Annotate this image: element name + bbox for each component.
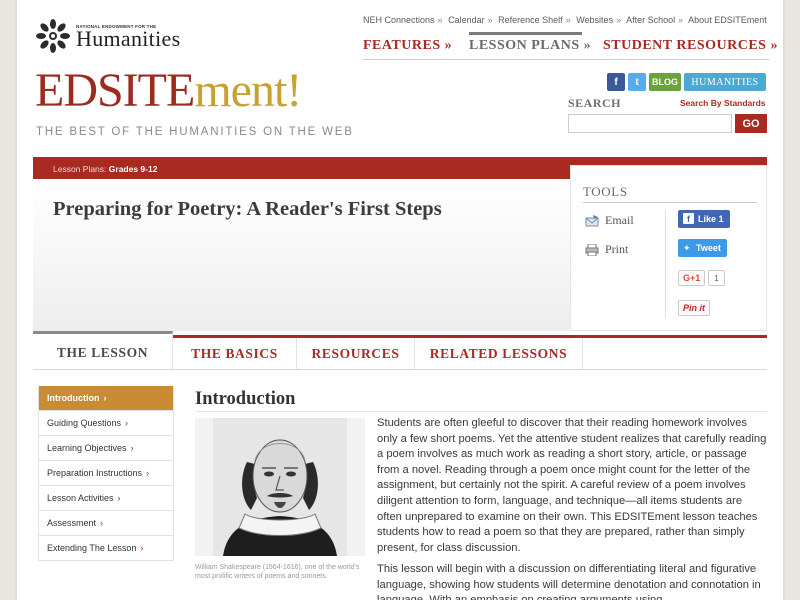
tweet-label: Tweet: [696, 243, 721, 253]
neh-big-text: Humanities: [76, 25, 181, 51]
page: NATIONAL ENDOWMENT FOR THE Humanities NE…: [17, 0, 783, 600]
email-link[interactable]: Email: [585, 213, 634, 228]
sidebar-item-label: Preparation Instructions: [47, 468, 143, 478]
pinterest-pin-button[interactable]: Pin it: [678, 300, 710, 316]
separator: »: [487, 15, 493, 25]
twitter-icon[interactable]: t: [628, 73, 646, 91]
tab-related-lessons[interactable]: RELATED LESSONS: [415, 338, 583, 370]
image-caption: William Shakespeare (1564-1616), one of …: [195, 564, 360, 580]
sidebar-item-preparation-instructions[interactable]: Preparation Instructions ›: [38, 461, 174, 486]
link-about-edsitement[interactable]: About EDSITEment: [688, 15, 767, 25]
sidebar-item-assessment[interactable]: Assessment ›: [38, 511, 174, 536]
logo-part-edsite: EDSITE: [35, 64, 195, 117]
search-go-button[interactable]: GO: [735, 114, 767, 133]
facebook-icon[interactable]: f: [607, 73, 625, 91]
neh-logo[interactable]: NATIONAL ENDOWMENT FOR THE Humanities: [35, 18, 180, 54]
tools-divider: [583, 202, 757, 203]
lesson-tabs: THE LESSON THE BASICS RESOURCES RELATED …: [33, 331, 767, 371]
link-calendar[interactable]: Calendar: [448, 15, 485, 25]
breadcrumb-prefix[interactable]: Lesson Plans:: [53, 164, 106, 174]
tagline: THE BEST OF THE HUMANITIES ON THE WEB: [36, 126, 354, 138]
google-plus-widget: G+1 1: [678, 270, 725, 286]
nav-features[interactable]: FEATURES »: [363, 38, 452, 54]
sidebar-item-extending-the-lesson[interactable]: Extending The Lesson ›: [38, 536, 174, 561]
link-websites[interactable]: Websites: [576, 15, 613, 25]
lesson-sidebar: Introduction › Guiding Questions › Learnin…: [38, 386, 174, 561]
separator: »: [437, 15, 443, 25]
active-nav-indicator: [469, 32, 582, 35]
sidebar-item-label: Guiding Questions: [47, 418, 122, 428]
facebook-like-button[interactable]: f Like 1: [678, 210, 730, 228]
print-label: Print: [605, 242, 629, 256]
sidebar-item-label: Lesson Activities: [47, 493, 114, 503]
tools-panel: TOOLS Email Print f Like 1 ✦ Tweet G+1 1 P…: [570, 165, 767, 331]
chevron-right-icon: ›: [103, 393, 107, 403]
social-links: f t BLOG HUMANITIES: [607, 73, 766, 91]
humanities-button[interactable]: HUMANITIES: [684, 73, 766, 91]
chevron-right-icon: ›: [100, 518, 104, 528]
sidebar-item-learning-objectives[interactable]: Learning Objectives ›: [38, 436, 174, 461]
section-title: Introduction: [195, 389, 296, 409]
chevron-right-icon: ›: [125, 418, 129, 428]
twitter-bird-icon: ✦: [683, 243, 691, 253]
printer-icon: [585, 243, 599, 256]
nav-divider: [363, 59, 769, 60]
like-label: Like 1: [698, 214, 724, 224]
nav-student-resources[interactable]: STUDENT RESOURCES »: [603, 38, 778, 54]
chevron-right-icon: ›: [140, 543, 144, 553]
page-title: Preparing for Poetry: A Reader's First S…: [53, 198, 442, 220]
edsitement-logo[interactable]: EDSITEment!: [35, 64, 302, 117]
facebook-icon: f: [683, 213, 694, 224]
tabs-bottom-rule: [33, 369, 767, 370]
tab-the-lesson[interactable]: THE LESSON: [33, 331, 173, 371]
utility-nav: NEH Connections» Calendar» Reference She…: [363, 15, 767, 25]
tab-the-basics[interactable]: THE BASICS: [173, 338, 297, 370]
chevron-right-icon: ›: [130, 443, 134, 453]
tools-column-divider: [665, 210, 666, 318]
print-link[interactable]: Print: [585, 242, 628, 257]
nav-lesson-plans[interactable]: LESSON PLANS »: [469, 38, 591, 54]
sidebar-item-guiding-questions[interactable]: Guiding Questions ›: [38, 411, 174, 436]
search-label: SEARCH: [568, 96, 622, 110]
sidebar-item-label: Extending The Lesson: [47, 543, 137, 553]
link-reference-shelf[interactable]: Reference Shelf: [498, 15, 563, 25]
sidebar-item-introduction[interactable]: Introduction ›: [38, 386, 174, 411]
link-neh-connections[interactable]: NEH Connections: [363, 15, 435, 25]
chevron-right-icon: ›: [146, 468, 150, 478]
email-label: Email: [605, 213, 634, 227]
separator: »: [616, 15, 622, 25]
separator: »: [678, 15, 684, 25]
intro-paragraph-1: Students are often gleeful to discover t…: [377, 417, 767, 554]
breadcrumb-grades[interactable]: Grades 9-12: [109, 164, 158, 174]
google-plus-button[interactable]: G+1: [678, 270, 706, 286]
separator: »: [565, 15, 571, 25]
chevron-right-icon: ›: [117, 493, 121, 503]
intro-paragraph-2: This lesson will begin with a discussion…: [377, 563, 761, 600]
sidebar-item-label: Learning Objectives: [47, 443, 127, 453]
neh-wordmark: NATIONAL ENDOWMENT FOR THE Humanities: [76, 24, 181, 51]
link-after-school[interactable]: After School: [626, 15, 675, 25]
section-divider: [195, 411, 767, 412]
breadcrumb: Lesson Plans: Grades 9-12: [53, 164, 157, 174]
google-plus-count: 1: [708, 270, 725, 286]
tools-title: TOOLS: [583, 184, 628, 199]
sidebar-item-label: Assessment: [47, 518, 97, 528]
neh-emblem-icon: [36, 19, 70, 53]
tweet-button[interactable]: ✦ Tweet: [678, 239, 727, 257]
sidebar-item-lesson-activities[interactable]: Lesson Activities ›: [38, 486, 174, 511]
search-by-standards-link[interactable]: Search By Standards: [680, 98, 766, 108]
blog-button[interactable]: BLOG: [649, 73, 681, 91]
email-icon: [585, 214, 599, 226]
tab-resources[interactable]: RESOURCES: [297, 338, 415, 370]
shakespeare-portrait-image: [195, 418, 365, 556]
main-nav: FEATURES » LESSON PLANS » STUDENT RESOUR…: [363, 32, 777, 60]
search-input[interactable]: [568, 114, 732, 133]
logo-part-ment: ment!: [194, 64, 302, 117]
sidebar-item-label: Introduction: [47, 393, 100, 403]
